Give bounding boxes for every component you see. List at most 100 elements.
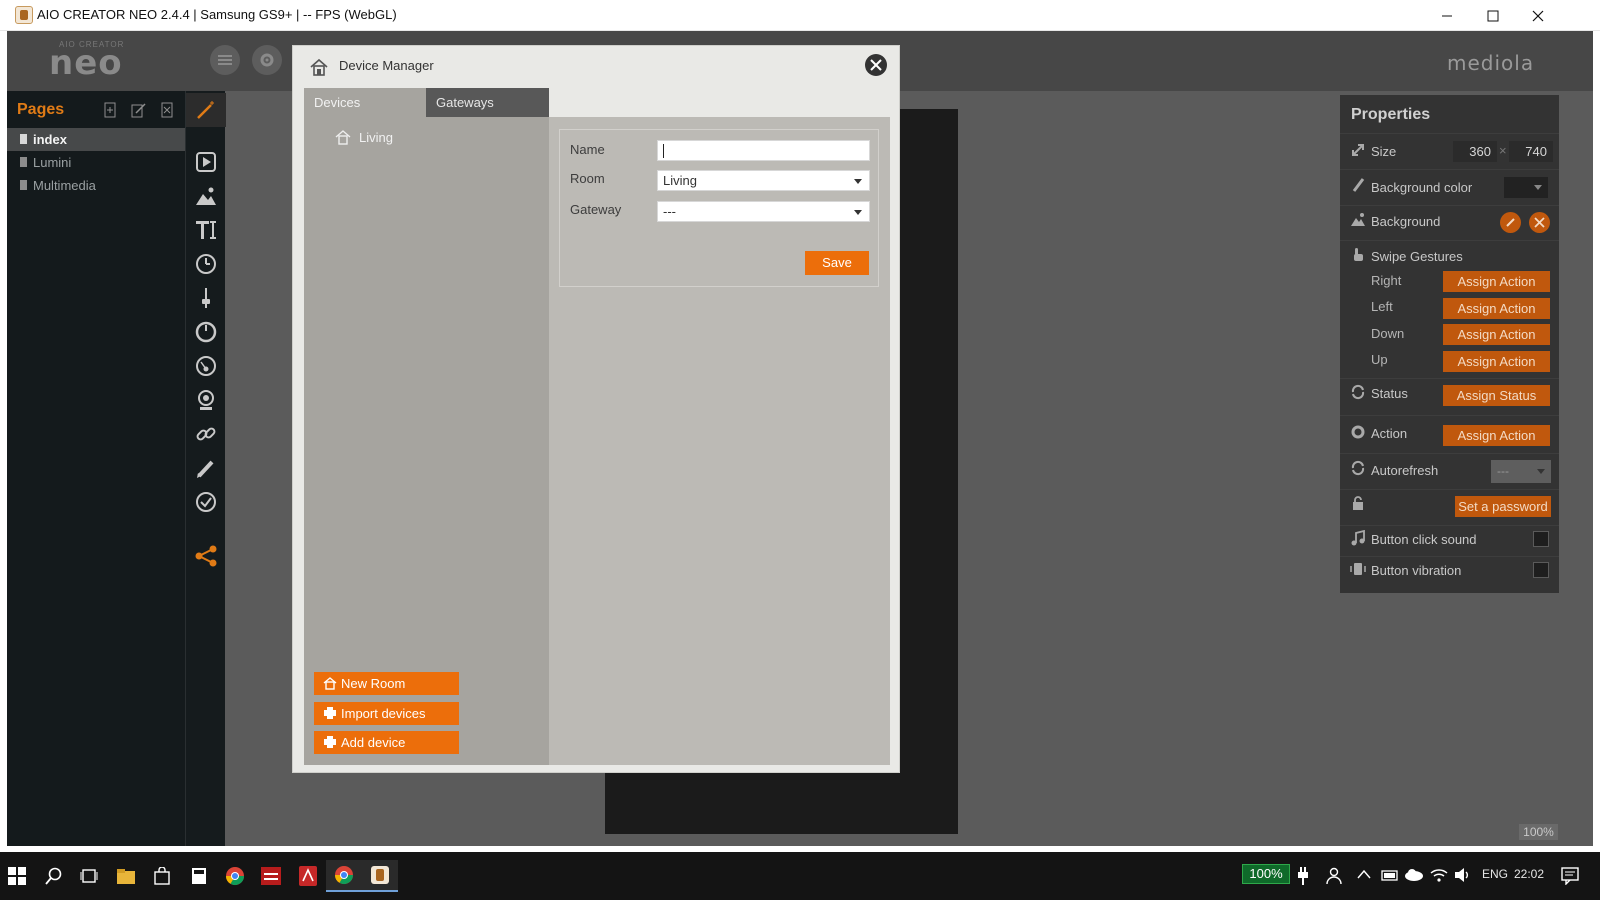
home-icon	[335, 130, 351, 145]
settings-button[interactable]	[252, 45, 282, 75]
room-select[interactable]: Living	[657, 170, 870, 191]
battery-indicator[interactable]: 100%	[1242, 864, 1290, 884]
tool-magic-wand[interactable]	[186, 93, 226, 127]
button-vibration-label: Button vibration	[1371, 563, 1462, 578]
chevron-up-icon[interactable]	[1357, 869, 1371, 879]
tool-knob[interactable]	[186, 315, 226, 349]
search-icon	[45, 867, 62, 885]
clock[interactable]: 22:02	[1514, 867, 1544, 881]
home-icon	[310, 58, 328, 76]
taskbar-chrome-active[interactable]	[326, 860, 362, 892]
task-view-button[interactable]	[77, 864, 101, 888]
import-devices-button[interactable]: Import devices	[314, 702, 459, 725]
start-button[interactable]	[5, 864, 29, 888]
assign-action-down-button[interactable]: Assign Action	[1443, 324, 1550, 345]
volume-icon[interactable]	[1454, 867, 1472, 883]
page-item-label: Lumini	[33, 155, 72, 170]
delete-page-button[interactable]	[159, 102, 175, 118]
gear-icon	[1351, 425, 1365, 439]
tool-image[interactable]	[186, 179, 226, 213]
taskbar-aio-creator[interactable]	[362, 860, 398, 892]
dialog-tabs: Devices Gateways	[304, 88, 549, 117]
width-input[interactable]: 360	[1453, 141, 1497, 162]
notifications-icon[interactable]	[1561, 867, 1579, 885]
toolbox	[185, 91, 226, 863]
autorefresh-select[interactable]: ---	[1491, 460, 1551, 483]
dialog-close-button[interactable]	[865, 54, 887, 76]
taskbar-chrome[interactable]	[223, 864, 247, 888]
tool-slider[interactable]	[186, 281, 226, 315]
assign-status-button[interactable]: Assign Status	[1443, 385, 1550, 406]
refresh-status-icon	[1351, 384, 1365, 400]
divider	[1340, 378, 1559, 379]
taskbar-explorer[interactable]	[114, 864, 138, 888]
assign-action-right-button[interactable]: Assign Action	[1443, 271, 1550, 292]
task-view-icon	[80, 869, 98, 883]
tool-play[interactable]	[186, 145, 226, 179]
swipe-right-label: Right	[1371, 273, 1402, 288]
set-password-button[interactable]: Set a password	[1455, 496, 1551, 517]
taskbar-acrobat[interactable]	[296, 864, 320, 888]
tool-webcam[interactable]	[186, 383, 226, 417]
taskbar-news-app[interactable]	[259, 864, 283, 888]
cloud-icon[interactable]	[1404, 867, 1424, 881]
minimize-button[interactable]	[1424, 0, 1470, 31]
tab-devices[interactable]: Devices	[304, 88, 426, 117]
wifi-icon[interactable]	[1430, 867, 1448, 883]
size-separator: ×	[1499, 143, 1507, 158]
edit-page-icon	[131, 103, 146, 118]
name-input[interactable]	[657, 140, 870, 161]
action-label: Action	[1371, 426, 1408, 441]
gateway-select[interactable]: ---	[657, 201, 870, 222]
link-icon	[196, 427, 216, 441]
battery-tray-icon[interactable]	[1381, 868, 1399, 882]
windows-logo-icon	[8, 867, 26, 885]
app-icon	[15, 6, 33, 24]
tool-pen[interactable]	[186, 451, 226, 485]
swipe-left-label: Left	[1371, 299, 1393, 314]
background-color-label: Background color	[1371, 180, 1473, 195]
page-item-index[interactable]: index	[7, 128, 185, 151]
new-room-button[interactable]: New Room	[314, 672, 459, 695]
assign-action-up-button[interactable]: Assign Action	[1443, 351, 1550, 372]
tool-check[interactable]	[186, 485, 226, 519]
mediola-brand: mediola	[1447, 51, 1535, 75]
edit-page-button[interactable]	[130, 102, 146, 118]
page-item-lumini[interactable]: Lumini	[7, 151, 185, 174]
height-input[interactable]: 740	[1509, 141, 1553, 162]
tool-gauge[interactable]	[186, 349, 226, 383]
save-button[interactable]: Save	[805, 251, 869, 275]
aio-creator-icon	[371, 866, 389, 884]
tool-text[interactable]	[186, 213, 226, 247]
button-vibration-checkbox[interactable]	[1533, 562, 1549, 578]
device-tree-panel: Living New Room Import devices Add devic…	[304, 117, 549, 765]
room-label: Room	[570, 171, 605, 186]
webcam-icon	[198, 390, 214, 410]
autorefresh-label: Autorefresh	[1371, 463, 1439, 478]
assign-action-button[interactable]: Assign Action	[1443, 425, 1550, 446]
edit-background-button[interactable]	[1500, 212, 1521, 233]
maximize-button[interactable]	[1470, 0, 1516, 31]
tool-clock[interactable]	[186, 247, 226, 281]
language-indicator[interactable]: ENG	[1482, 867, 1508, 881]
gateway-label: Gateway	[570, 202, 622, 217]
tool-link[interactable]	[186, 417, 226, 451]
button-click-sound-checkbox[interactable]	[1533, 531, 1549, 547]
add-page-button[interactable]	[102, 102, 118, 118]
page-item-multimedia[interactable]: Multimedia	[7, 174, 185, 197]
tree-item-living[interactable]: Living	[304, 117, 549, 157]
add-device-button[interactable]: Add device	[314, 731, 459, 754]
tab-gateways[interactable]: Gateways	[426, 88, 549, 117]
menu-button[interactable]	[210, 45, 240, 75]
taskbar-store[interactable]	[150, 864, 174, 888]
background-color-picker[interactable]	[1504, 177, 1548, 198]
remove-background-button[interactable]	[1529, 212, 1550, 233]
taskbar-calculator[interactable]	[187, 864, 211, 888]
tool-share[interactable]	[186, 539, 226, 573]
assign-action-left-button[interactable]: Assign Action	[1443, 298, 1550, 319]
search-button[interactable]	[42, 864, 66, 888]
close-window-button[interactable]	[1515, 0, 1561, 31]
name-label: Name	[570, 142, 605, 157]
home-icon	[323, 677, 337, 690]
divider	[1340, 169, 1559, 170]
